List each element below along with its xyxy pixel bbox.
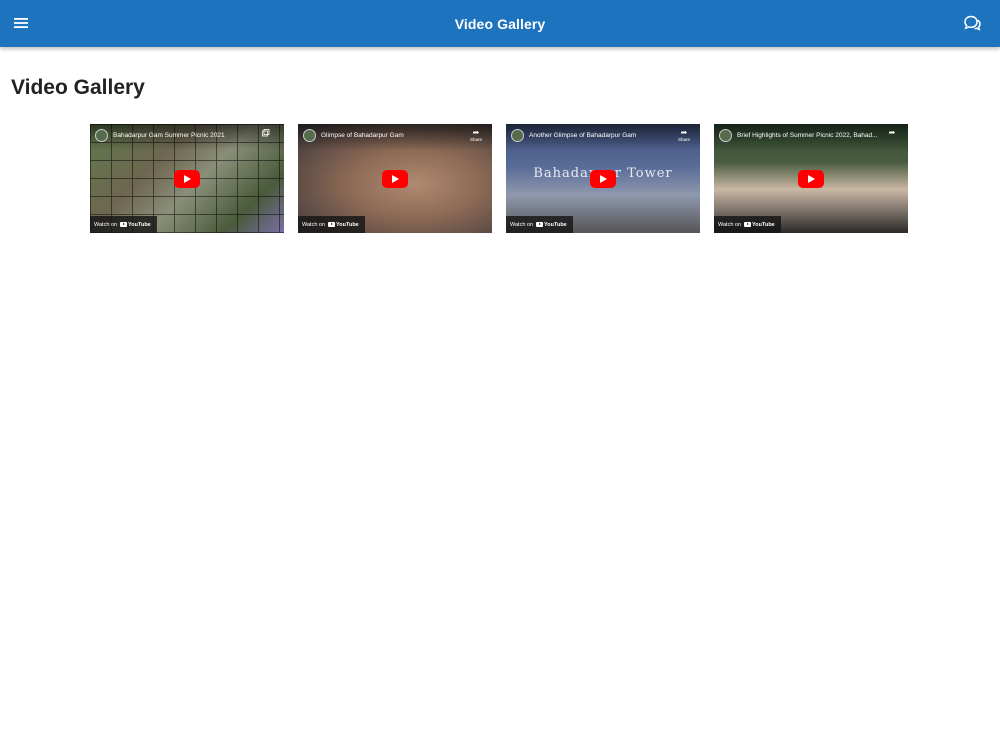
- channel-avatar-icon[interactable]: [511, 129, 524, 142]
- channel-avatar-icon[interactable]: [719, 129, 732, 142]
- share-arrow-icon: ➦: [680, 128, 688, 137]
- channel-avatar-icon[interactable]: [95, 129, 108, 142]
- video-embed[interactable]: Brief Highlights of Summer Picnic 2022, …: [714, 124, 908, 233]
- watch-on-label: Watch on: [718, 221, 742, 228]
- video-title[interactable]: Brief Highlights of Summer Picnic 2022, …: [737, 132, 878, 139]
- video-title[interactable]: Another Glimpse of Bahadarpur Gam: [529, 132, 670, 139]
- video-embed[interactable]: Bahadarpur Tower Another Glimpse of Baha…: [506, 124, 700, 233]
- video-title[interactable]: Glimpse of Bahadarpur Gam: [321, 132, 462, 139]
- chat-bubbles-icon[interactable]: [962, 13, 982, 33]
- share-arrow-icon: ➦: [472, 128, 480, 137]
- watch-on-youtube-button[interactable]: Watch on YouTube: [298, 216, 365, 233]
- play-button-icon[interactable]: [590, 169, 616, 188]
- watch-on-youtube-button[interactable]: Watch on YouTube: [714, 216, 781, 233]
- video-embed[interactable]: Bahadarpur Gam Summer Picnic 2021 Watch …: [90, 124, 284, 233]
- copy-link-icon[interactable]: [262, 129, 270, 137]
- youtube-logo-icon: YouTube: [536, 222, 567, 228]
- share-label: Share: [677, 137, 690, 142]
- channel-avatar-icon[interactable]: [303, 129, 316, 142]
- watch-on-youtube-button[interactable]: Watch on YouTube: [90, 216, 157, 233]
- video-header: Brief Highlights of Summer Picnic 2022, …: [714, 124, 908, 150]
- video-gallery: Bahadarpur Gam Summer Picnic 2021 Watch …: [90, 124, 908, 233]
- youtube-logo-icon: YouTube: [120, 222, 151, 228]
- play-button-icon[interactable]: [798, 169, 824, 188]
- youtube-logo-icon: YouTube: [328, 222, 359, 228]
- share-button[interactable]: ➦ Share: [468, 128, 484, 143]
- play-button-icon[interactable]: [174, 169, 200, 188]
- hamburger-menu-icon[interactable]: [12, 14, 30, 32]
- youtube-logo-icon: YouTube: [744, 222, 775, 228]
- share-button[interactable]: ➦ Share: [676, 128, 692, 143]
- share-button[interactable]: ➦: [884, 129, 900, 137]
- share-arrow-icon: ➦: [888, 128, 896, 137]
- video-header: Bahadarpur Gam Summer Picnic 2021: [90, 124, 284, 150]
- page-title: Video Gallery: [11, 76, 145, 99]
- app-bar: Video Gallery: [0, 0, 1000, 47]
- share-label: Share: [469, 137, 482, 142]
- watch-on-label: Watch on: [94, 221, 118, 228]
- video-header: Glimpse of Bahadarpur Gam ➦ Share: [298, 124, 492, 150]
- app-bar-title: Video Gallery: [454, 15, 546, 32]
- play-button-icon[interactable]: [382, 169, 408, 188]
- watch-on-youtube-button[interactable]: Watch on YouTube: [506, 216, 573, 233]
- video-title[interactable]: Bahadarpur Gam Summer Picnic 2021: [113, 132, 254, 139]
- video-embed[interactable]: Glimpse of Bahadarpur Gam ➦ Share Watch …: [298, 124, 492, 233]
- video-header: Another Glimpse of Bahadarpur Gam ➦ Shar…: [506, 124, 700, 150]
- watch-on-label: Watch on: [510, 221, 534, 228]
- watch-on-label: Watch on: [302, 221, 326, 228]
